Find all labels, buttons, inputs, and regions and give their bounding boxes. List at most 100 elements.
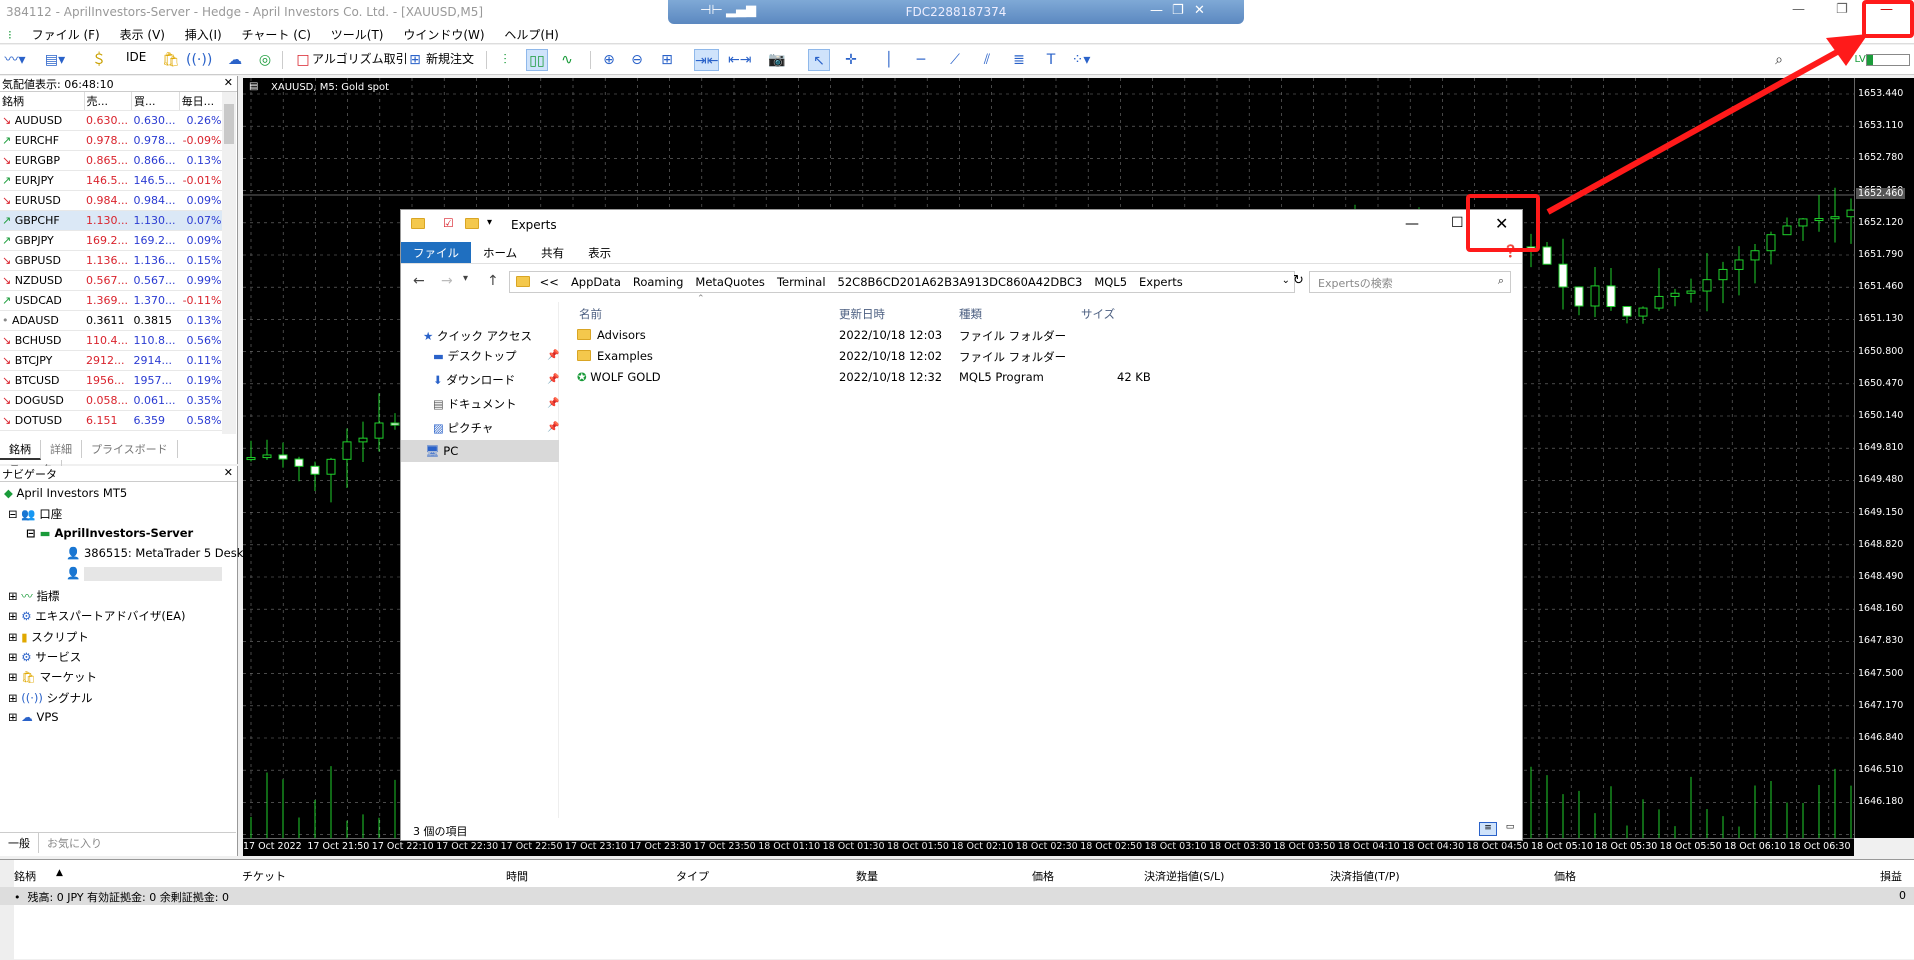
path-segment[interactable]: 52C8B6CD201A62B3A913DC860A42DBC3: [838, 275, 1083, 289]
path-segment[interactable]: <<: [540, 275, 559, 289]
tile-windows-icon[interactable]: ⊞: [656, 49, 678, 71]
nav-account-hidden[interactable]: 👤: [66, 566, 222, 581]
col-ask[interactable]: 買...: [131, 92, 180, 111]
col-size[interactable]: サイズ: [1081, 306, 1115, 322]
search-input[interactable]: Expertsの検索 ⌕: [1309, 271, 1511, 293]
channel-icon[interactable]: ⫽: [976, 49, 998, 71]
col-ticket[interactable]: チケット: [242, 868, 286, 884]
refresh-icon[interactable]: ↻: [1293, 273, 1304, 288]
tab-favorites[interactable]: お気に入り: [39, 833, 110, 853]
search-icon[interactable]: ⌕: [1768, 49, 1790, 71]
quick-access-item[interactable]: ▨ ピクチャ: [433, 420, 493, 436]
details-view-icon[interactable]: ≡: [1479, 822, 1497, 836]
ide-button[interactable]: IDE: [126, 50, 146, 64]
tab-symbols[interactable]: 銘柄: [0, 440, 41, 460]
toolbox-grip[interactable]: [0, 860, 14, 960]
autoscroll-icon[interactable]: ⇥⇤: [694, 49, 720, 71]
col-type[interactable]: タイプ: [676, 868, 709, 884]
market-watch-row[interactable]: ↘ DOTUSD 6.151 6.359 0.58%: [0, 410, 224, 431]
qat-dropdown-icon[interactable]: ▾: [487, 217, 492, 228]
horizontal-line-icon[interactable]: ─: [910, 49, 932, 71]
nav-item[interactable]: ⊞ 🛍 マーケット: [8, 669, 97, 685]
path-segment[interactable]: MQL5: [1094, 275, 1127, 289]
market-watch-row[interactable]: ↘ BCHUSD 110.4... 110.8... 0.56%: [0, 330, 224, 351]
market-watch-row[interactable]: ↘ GBPUSD 1.136... 1.136... 0.15%: [0, 250, 224, 271]
balance-row[interactable]: • 残高: 0 JPY 有効証拠金: 0 余剰証拠金: 0 0: [0, 887, 1914, 905]
vertical-line-icon[interactable]: │: [878, 49, 900, 71]
col-profit[interactable]: 損益: [1880, 868, 1902, 884]
screenshot-icon[interactable]: 📷: [766, 49, 788, 71]
restore-icon[interactable]: ❐: [1836, 2, 1848, 17]
col-change[interactable]: 毎日...: [179, 92, 225, 111]
col-bid[interactable]: 売...: [84, 92, 133, 111]
nav-item[interactable]: ⊞ ⚙ エキスパートアドバイザ(EA): [8, 608, 186, 624]
new-order-button[interactable]: 新規注文: [426, 50, 474, 67]
menu-window[interactable]: ウインドウ(W): [395, 24, 492, 45]
nav-item[interactable]: ⊞ ⚙ サービス: [8, 649, 81, 665]
dollar-icon[interactable]: ＄: [88, 49, 110, 71]
rdp-restore-icon[interactable]: ❐: [1172, 3, 1184, 18]
market-watch-row[interactable]: ↗ EURCHF 0.978... 0.978... -0.09%: [0, 130, 224, 151]
nav-item[interactable]: ⊞ ☁ VPS: [8, 710, 59, 724]
menu-chart[interactable]: チャート (C): [234, 24, 319, 45]
tab-priceboard[interactable]: プライスボード: [82, 440, 178, 458]
market-watch-row[interactable]: ↘ NZDUSD 0.567... 0.567... 0.99%: [0, 270, 224, 291]
menu-view[interactable]: 表示 (V): [112, 24, 173, 45]
new-order-icon[interactable]: ⊞: [404, 49, 426, 71]
rdp-close-icon[interactable]: ✕: [1194, 3, 1205, 18]
market-watch-row[interactable]: ↘ EURUSD 0.984... 0.984... 0.09%: [0, 190, 224, 211]
tab-details[interactable]: 詳細: [41, 440, 82, 458]
market-watch-scrollbar[interactable]: [222, 92, 236, 434]
cursor-icon[interactable]: ↖: [808, 49, 830, 71]
menu-help[interactable]: ヘルプ(H): [496, 24, 566, 45]
nav-server[interactable]: ⊟ ▬ AprilInvestors-Server: [26, 526, 193, 540]
path-segment[interactable]: Experts: [1139, 275, 1183, 289]
path-segment[interactable]: AppData: [571, 275, 621, 289]
col-time[interactable]: 時間: [506, 868, 528, 884]
nav-accounts[interactable]: ⊟ 👥 口座: [8, 506, 62, 522]
col-price[interactable]: 価格: [1032, 868, 1054, 884]
zoom-out-icon[interactable]: ⊖: [626, 49, 648, 71]
chart-shift-icon[interactable]: ⇤⇥: [728, 49, 751, 71]
hosting-icon[interactable]: ◎: [254, 49, 276, 71]
minimize-icon[interactable]: —: [1792, 2, 1805, 17]
col-date[interactable]: 更新日時: [839, 306, 885, 322]
menu-insert[interactable]: 挿入(I): [177, 24, 230, 45]
recent-icon[interactable]: ▾: [463, 273, 468, 284]
market-watch-row[interactable]: ↘ DOGUSD 0.058... 0.061... 0.35%: [0, 390, 224, 411]
nav-item[interactable]: ⊞ ((·)) シグナル: [8, 690, 93, 706]
quick-access-item[interactable]: ▬ デスクトップ: [433, 348, 517, 364]
ribbon-view[interactable]: 表示: [576, 242, 623, 263]
vps-icon[interactable]: ☁: [224, 49, 246, 71]
ribbon-home[interactable]: ホーム: [471, 242, 529, 263]
path-segment[interactable]: Terminal: [777, 275, 826, 289]
pin-icon[interactable]: 📌: [547, 422, 559, 433]
market-watch-row[interactable]: ↗ EURJPY 146.5... 146.5... -0.01%: [0, 170, 224, 191]
pc-item[interactable]: 🖥 PC: [401, 440, 559, 462]
col-name[interactable]: 名前: [579, 306, 602, 322]
quick-access-item[interactable]: ⬇ ダウンロード: [433, 372, 515, 388]
price-scale[interactable]: 1653.4401653.1101652.7801652.4501652.120…: [1854, 78, 1914, 838]
market-watch-row[interactable]: ↘ BTCJPY 2912... 2914... 0.11%: [0, 350, 224, 371]
line-chart-icon[interactable]: ∿: [556, 49, 578, 71]
col-volume[interactable]: 数量: [856, 868, 878, 884]
bar-chart-icon[interactable]: ⫶: [494, 49, 516, 71]
ribbon-file[interactable]: ファイル: [401, 242, 471, 263]
quick-access-item[interactable]: ▤ ドキュメント: [433, 396, 517, 412]
market-watch-row[interactable]: • ADAUSD 0.3611 0.3815 0.13%: [0, 310, 224, 331]
tab-general[interactable]: 一般: [0, 833, 39, 853]
market-watch-row[interactable]: ↗ USDCAD 1.369... 1.370... -0.11%: [0, 290, 224, 311]
fibonacci-icon[interactable]: ≣: [1008, 49, 1030, 71]
address-bar[interactable]: << AppData Roaming MetaQuotes Terminal 52C8B6…: [509, 271, 1295, 293]
pin-icon[interactable]: 📌: [547, 350, 559, 361]
col-symbol[interactable]: 銘柄: [0, 92, 85, 111]
market-watch-row[interactable]: ↘ EURGBP 0.865... 0.866... 0.13%: [0, 150, 224, 171]
nav-root[interactable]: ◆ April Investors MT5: [4, 486, 127, 500]
large-icons-view-icon[interactable]: ▭: [1501, 822, 1519, 836]
ribbon-share[interactable]: 共有: [529, 242, 576, 263]
crosshair-icon[interactable]: ✛: [840, 49, 862, 71]
address-dropdown-icon[interactable]: ⌄: [1282, 275, 1290, 286]
close-icon[interactable]: ✕: [224, 76, 233, 89]
col-sl[interactable]: 決済逆指値(S/L): [1144, 868, 1224, 884]
quick-access[interactable]: ★ クイック アクセス: [423, 328, 532, 344]
